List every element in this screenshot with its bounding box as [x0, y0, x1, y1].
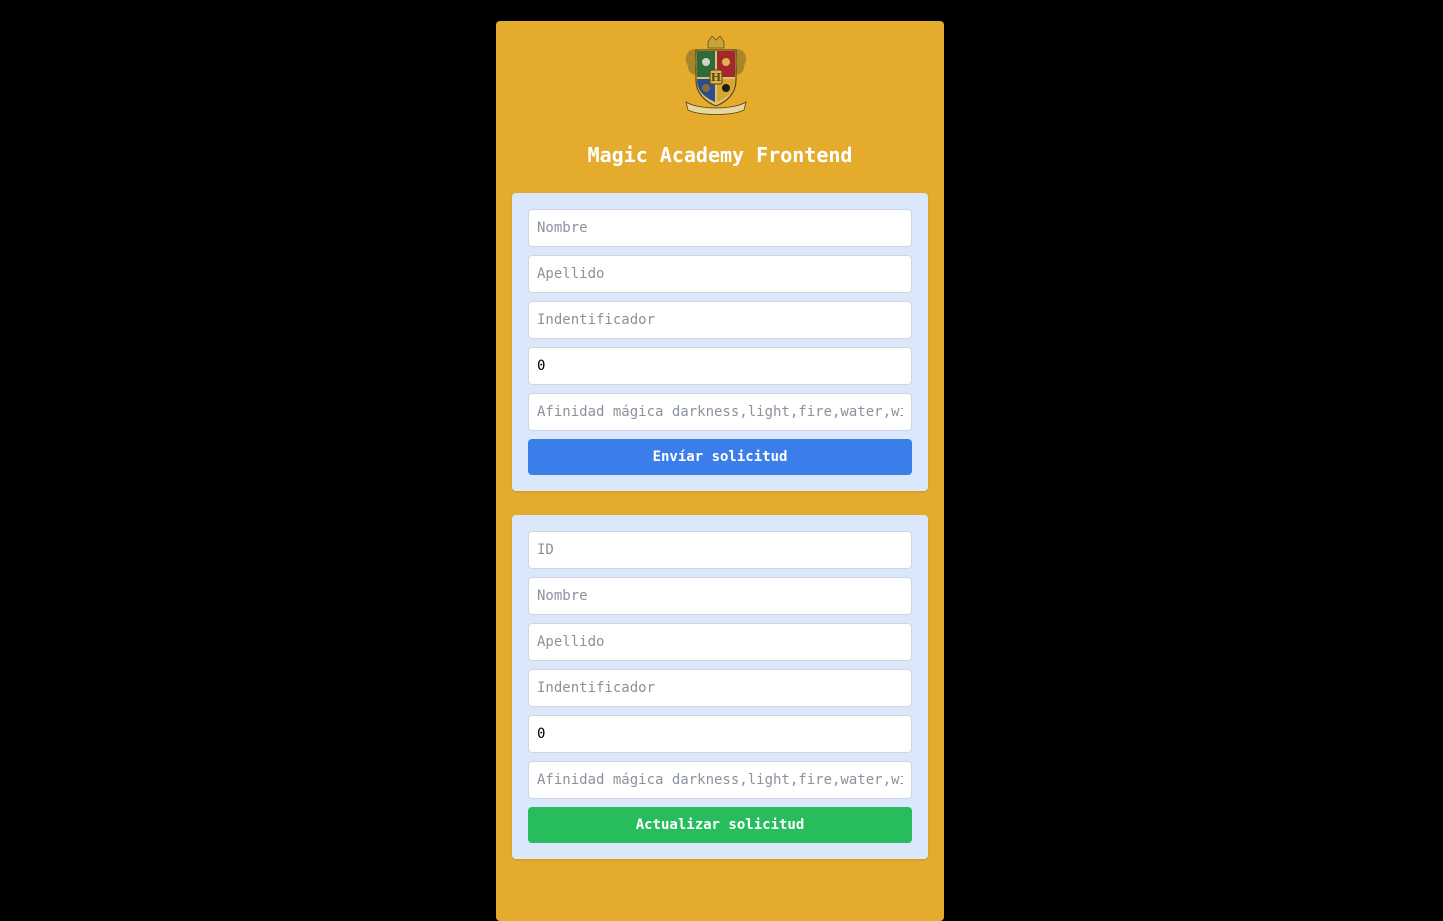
update-apellido-input[interactable] [528, 623, 912, 661]
edad-input[interactable] [528, 347, 912, 385]
crest-letter: H [711, 71, 721, 84]
update-request-button[interactable]: Actualizar solicitud [528, 807, 912, 843]
update-request-form: Actualizar solicitud [512, 515, 928, 859]
id-input[interactable] [528, 531, 912, 569]
app-card: H Magic Academy Frontend Envíar solicitu… [496, 21, 944, 921]
update-edad-input[interactable] [528, 715, 912, 753]
afinidad-input[interactable] [528, 393, 912, 431]
apellido-input[interactable] [528, 255, 912, 293]
update-identificador-input[interactable] [528, 669, 912, 707]
page-title: Magic Academy Frontend [587, 143, 853, 167]
hogwarts-crest-icon: H [685, 36, 747, 115]
send-request-button[interactable]: Envíar solicitud [528, 439, 912, 475]
identificador-input[interactable] [528, 301, 912, 339]
create-request-form: Envíar solicitud [512, 193, 928, 491]
nombre-input[interactable] [528, 209, 912, 247]
update-afinidad-input[interactable] [528, 761, 912, 799]
update-nombre-input[interactable] [528, 577, 912, 615]
